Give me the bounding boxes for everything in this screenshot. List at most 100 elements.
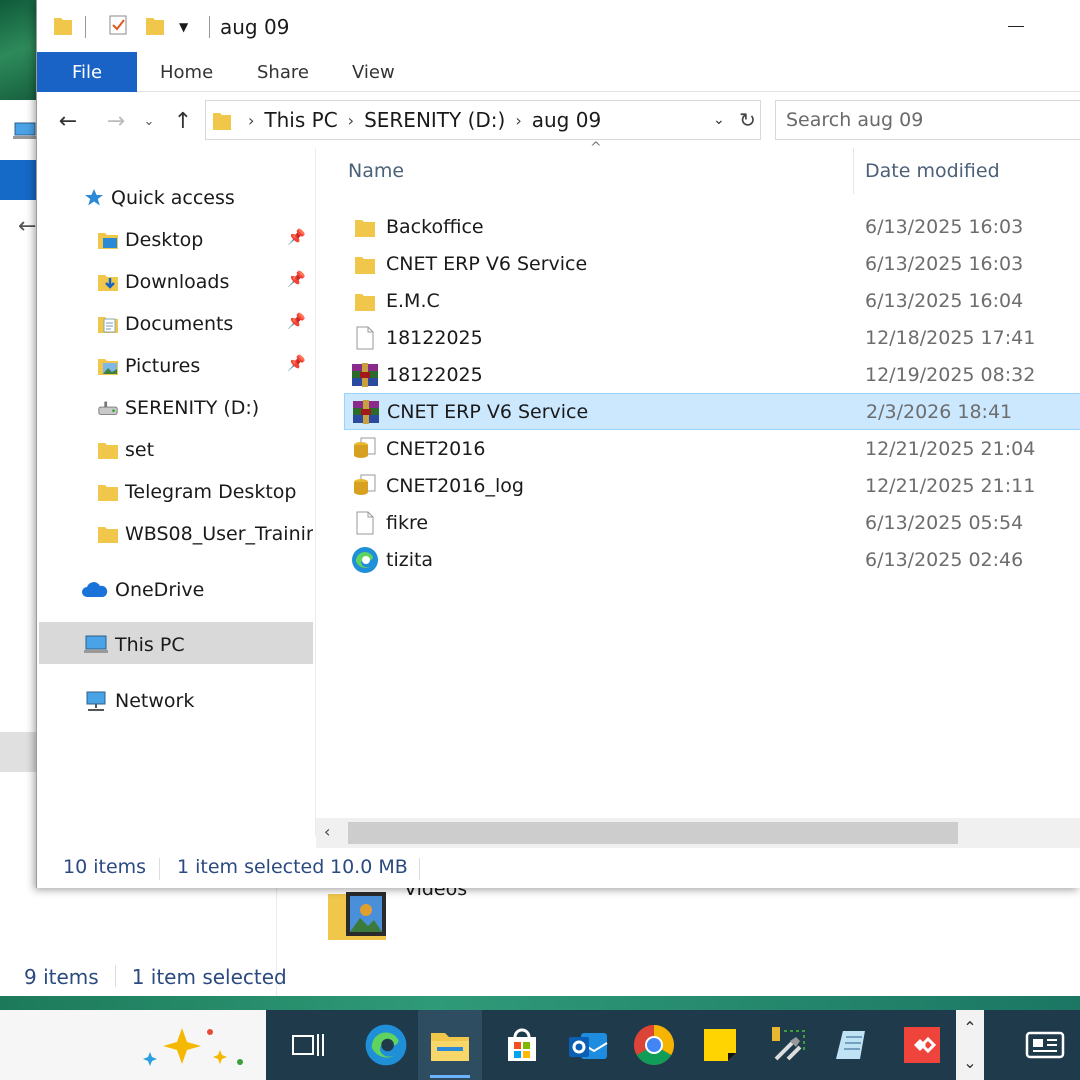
file-row[interactable]: Backoffice 6/13/2025 16:03 [344, 208, 1080, 245]
status-size: 10.0 MB [330, 856, 408, 878]
file-row[interactable]: E.M.C 6/13/2025 16:04 [344, 282, 1080, 319]
sticky-notes-icon [704, 1029, 736, 1061]
winrar-archive-icon [351, 397, 381, 427]
up-button[interactable]: ↑ [169, 94, 197, 148]
tools-button[interactable] [756, 1010, 820, 1080]
column-header-date-modified[interactable]: Date modified [865, 160, 1000, 182]
file-row[interactable]: 18122025 12/18/2025 17:41 [344, 319, 1080, 356]
file-row[interactable]: tizita 6/13/2025 02:46 [344, 541, 1080, 578]
background-status-bar: 9 items 1 item selected [24, 965, 287, 989]
new-folder-icon[interactable] [145, 14, 165, 36]
pin-icon[interactable]: 📌 [287, 270, 306, 288]
nav-onedrive[interactable]: OneDrive [81, 570, 204, 610]
nav-item-set[interactable]: set [97, 430, 154, 470]
nav-item-telegram-desktop[interactable]: Telegram Desktop [97, 472, 296, 512]
file-name: CNET ERP V6 Service [386, 252, 588, 275]
column-divider[interactable] [853, 148, 854, 194]
file-row[interactable]: CNET2016 12/21/2025 21:04 [344, 430, 1080, 467]
breadcrumb-this-pc[interactable]: This PC [264, 108, 337, 132]
back-button[interactable]: ← [53, 94, 83, 148]
videos-folder-icon[interactable] [326, 886, 390, 944]
file-row-selected[interactable]: CNET ERP V6 Service 2/3/2026 18:41 [344, 393, 1080, 430]
horizontal-scrollbar[interactable]: ‹ [316, 818, 1080, 848]
file-name: E.M.C [386, 289, 440, 312]
chevron-down-icon[interactable]: ⌄ [963, 1053, 976, 1072]
breadcrumb-chevron-icon[interactable]: › [515, 111, 521, 130]
file-row[interactable]: CNET ERP V6 Service 6/13/2025 16:03 [344, 245, 1080, 282]
file-date: 12/18/2025 17:41 [865, 326, 1036, 349]
scrollbar-thumb[interactable] [348, 822, 958, 844]
file-date: 6/13/2025 16:03 [865, 215, 1024, 238]
nav-label: WBS08_User_Trainin [125, 523, 313, 545]
properties-icon[interactable] [107, 14, 129, 36]
nav-item-desktop[interactable]: Desktop [97, 220, 203, 260]
tab-file[interactable]: File [37, 52, 137, 92]
status-item-count: 10 items [63, 856, 147, 878]
news-button[interactable] [1010, 1010, 1080, 1080]
tab-share[interactable]: Share [257, 52, 309, 92]
window-title: aug 09 [220, 15, 290, 39]
nav-label: OneDrive [115, 579, 205, 601]
system-tray-overflow[interactable]: ⌃ ⌄ [956, 1010, 984, 1080]
copilot-icon [143, 1028, 243, 1066]
task-view-button[interactable] [276, 1010, 340, 1080]
computer-icon [83, 635, 109, 655]
nav-item-wbs08-user-training[interactable]: WBS08_User_Trainin [97, 514, 313, 554]
tab-view[interactable]: View [352, 52, 395, 92]
sticky-notes-button[interactable] [688, 1010, 752, 1080]
file-date: 12/21/2025 21:04 [865, 437, 1036, 460]
copilot-widget[interactable] [0, 1010, 266, 1080]
address-history-dropdown-icon[interactable]: ⌄ [713, 112, 725, 128]
file-explorer-button[interactable] [418, 1010, 482, 1080]
outlook-button[interactable] [556, 1010, 620, 1080]
recent-locations-button[interactable]: ⌄ [139, 94, 159, 148]
title-bar[interactable]: ▼ aug 09 [37, 0, 1080, 52]
file-name: 18122025 [386, 363, 483, 386]
breadcrumb-chevron-icon[interactable]: › [248, 111, 254, 130]
breadcrumb-current-folder[interactable]: aug 09 [532, 108, 601, 132]
customize-toolbar-chevron-icon[interactable]: ▼ [179, 20, 188, 34]
chrome-button[interactable] [622, 1010, 686, 1080]
file-row[interactable]: fikre 6/13/2025 05:54 [344, 504, 1080, 541]
file-row[interactable]: CNET2016_log 12/21/2025 21:11 [344, 467, 1080, 504]
folder-icon [97, 440, 119, 460]
nav-label: This PC [115, 634, 185, 656]
nav-quick-access[interactable]: Quick access [83, 178, 235, 218]
chevron-up-icon[interactable]: ⌃ [963, 1018, 976, 1037]
breadcrumb-chevron-icon[interactable]: › [348, 111, 354, 130]
scroll-left-icon[interactable]: ‹ [324, 822, 330, 841]
chrome-icon [634, 1025, 674, 1065]
nav-this-pc[interactable]: This PC [83, 625, 185, 665]
tab-home[interactable]: Home [160, 52, 213, 92]
address-bar[interactable]: › This PC › SERENITY (D:) › aug 09 [205, 100, 761, 140]
anydesk-button[interactable] [890, 1010, 954, 1080]
nav-item-downloads[interactable]: Downloads [97, 262, 229, 302]
microsoft-store-button[interactable] [490, 1010, 554, 1080]
status-separator [159, 858, 160, 880]
desktop-wallpaper-band [0, 996, 1080, 1010]
back-arrow-icon[interactable]: ← [18, 214, 36, 239]
breadcrumb-serenity-drive[interactable]: SERENITY (D:) [364, 108, 505, 132]
search-input[interactable]: Search aug 09 [775, 100, 1080, 140]
nav-item-serenity-drive[interactable]: SERENITY (D:) [97, 388, 259, 428]
nav-label: Downloads [125, 271, 230, 293]
folder-icon [213, 113, 231, 130]
edge-button[interactable] [354, 1010, 418, 1080]
minimize-button[interactable] [996, 8, 1036, 44]
file-date: 6/13/2025 02:46 [865, 548, 1024, 571]
notepad-button[interactable] [822, 1010, 886, 1080]
pin-icon[interactable]: 📌 [287, 354, 306, 372]
nav-item-pictures[interactable]: Pictures [97, 346, 200, 386]
notepad-icon [836, 1031, 865, 1059]
nav-item-documents[interactable]: Documents [97, 304, 233, 344]
nav-network[interactable]: Network [83, 681, 194, 721]
refresh-button[interactable]: ↻ [735, 100, 761, 140]
navigation-bar: ← → ⌄ ↑ › This PC › SERENITY (D:) › aug … [37, 94, 1080, 148]
file-row[interactable]: 18122025 12/19/2025 08:32 [344, 356, 1080, 393]
pin-icon[interactable]: 📌 [287, 312, 306, 330]
forward-button[interactable]: → [101, 94, 131, 148]
column-header-name[interactable]: Name [348, 160, 404, 182]
desktop-wallpaper-strip [0, 0, 40, 100]
pin-icon[interactable]: 📌 [287, 228, 306, 246]
status-bar: 10 items 1 item selected 10.0 MB [37, 850, 1080, 888]
